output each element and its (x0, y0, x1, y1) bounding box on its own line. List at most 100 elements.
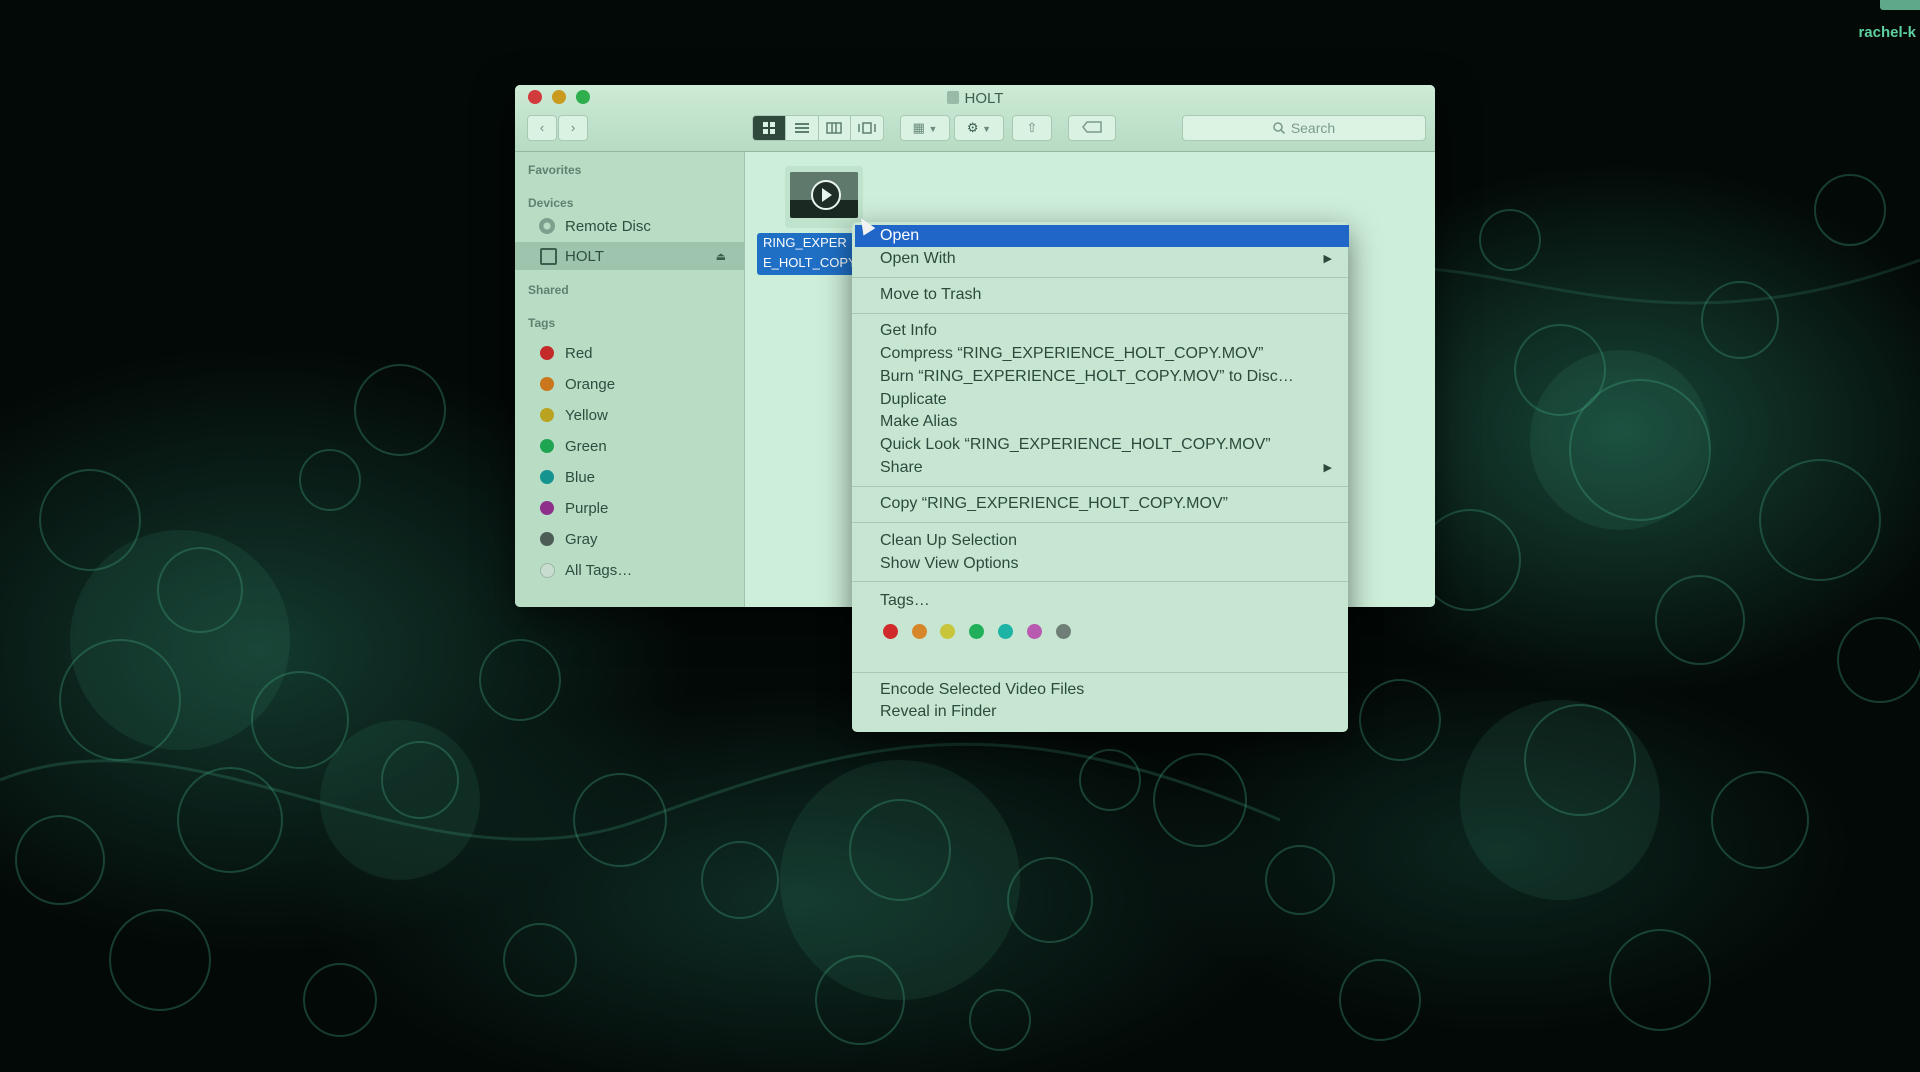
sidebar-item-all-tags[interactable]: All Tags… (515, 556, 744, 584)
sidebar-item-remote-disc[interactable]: Remote Disc (515, 212, 744, 240)
menu-item-compress[interactable]: Compress “RING_EXPERIENCE_HOLT_COPY.MOV” (852, 343, 1348, 365)
green-tag-icon (540, 439, 554, 453)
menu-item-share[interactable]: Share ▶ (852, 457, 1348, 479)
menu-separator (852, 522, 1348, 523)
columns-icon (826, 122, 843, 134)
menu-item-open[interactable]: Open (855, 225, 1349, 247)
column-view-button[interactable] (818, 116, 852, 140)
yellow-tag-icon (540, 408, 554, 422)
coverflow-view-button[interactable] (851, 116, 883, 140)
favorites-header: Favorites (528, 163, 582, 177)
menu-item-label: Make Alias (880, 413, 958, 430)
back-button[interactable]: ‹ (527, 115, 557, 141)
share-button[interactable]: ⇧ (1012, 115, 1052, 141)
menu-item-label: Reveal in Finder (880, 703, 997, 720)
sidebar-item-label: Blue (565, 468, 596, 486)
shared-header: Shared (528, 283, 569, 297)
menu-item-duplicate[interactable]: Duplicate (852, 389, 1348, 411)
tag-color-blue[interactable] (998, 624, 1013, 639)
tags-header: Tags (528, 316, 556, 330)
menu-item-make-alias[interactable]: Make Alias (852, 411, 1348, 433)
submenu-arrow-icon: ▶ (1323, 462, 1332, 474)
sidebar-item-tag-yellow[interactable]: Yellow (515, 401, 744, 429)
video-file-icon[interactable] (785, 166, 863, 228)
sidebar-item-label: Green (565, 437, 607, 455)
sidebar-item-label: Purple (565, 499, 609, 517)
sidebar-item-label: Remote Disc (565, 217, 651, 235)
menu-item-label: Copy “RING_EXPERIENCE_HOLT_COPY.MOV” (880, 495, 1228, 512)
sidebar-item-tag-orange[interactable]: Orange (515, 370, 744, 398)
menu-item-copy[interactable]: Copy “RING_EXPERIENCE_HOLT_COPY.MOV” (852, 493, 1348, 515)
grid-icon (762, 122, 775, 134)
devices-header: Devices (528, 196, 574, 210)
sidebar-item-label: Gray (565, 530, 598, 548)
gray-tag-icon (540, 532, 554, 546)
menu-item-label: Tags… (880, 592, 930, 609)
disc-icon (539, 218, 555, 234)
purple-tag-icon (540, 501, 554, 515)
sidebar-item-tag-gray[interactable]: Gray (515, 525, 744, 553)
tag-color-yellow[interactable] (940, 624, 955, 639)
window-title-text: HOLT (964, 90, 1004, 107)
action-button[interactable]: ⚙ ▼ (954, 115, 1004, 141)
menu-item-label: Quick Look “RING_EXPERIENCE_HOLT_COPY.MO… (880, 436, 1271, 453)
chevron-right-icon: › (570, 120, 576, 135)
menu-item-label: Compress “RING_EXPERIENCE_HOLT_COPY.MOV” (880, 345, 1264, 362)
menu-item-label: Burn “RING_EXPERIENCE_HOLT_COPY.MOV” to … (880, 368, 1294, 385)
title-bar[interactable]: HOLT ‹ › ▦ ▼ ⚙ ▼ ⇧ Search (515, 85, 1435, 152)
sidebar-item-tag-red[interactable]: Red (515, 339, 744, 367)
menu-item-open-with[interactable]: Open With ▶ (852, 248, 1348, 270)
red-tag-icon (540, 346, 554, 360)
menu-item-label: Share (880, 459, 923, 476)
list-view-button[interactable] (785, 116, 819, 140)
menubar-user-tab[interactable] (1880, 0, 1920, 10)
search-icon (1273, 122, 1285, 134)
icon-view-button[interactable] (753, 116, 786, 140)
menu-item-label: Get Info (880, 322, 937, 339)
menu-item-label: Encode Selected Video Files (880, 681, 1085, 698)
play-icon (811, 180, 841, 210)
file-name-line-1: RING_EXPER (763, 235, 847, 250)
tag-color-green[interactable] (969, 624, 984, 639)
context-menu: Open Open With ▶ Move to Trash Get Info C… (852, 222, 1349, 732)
eject-icon[interactable]: ⏏ (716, 250, 726, 263)
sidebar-item-label: Orange (565, 375, 616, 393)
search-field[interactable]: Search (1182, 115, 1426, 141)
blue-tag-icon (540, 470, 554, 484)
sidebar-item-label: All Tags… (565, 561, 633, 579)
tag-icon (1082, 121, 1102, 133)
menu-item-move-to-trash[interactable]: Move to Trash (852, 284, 1348, 306)
menu-item-clean-up-selection[interactable]: Clean Up Selection (852, 530, 1348, 552)
drive-icon (540, 247, 557, 265)
arrange-button[interactable]: ▦ ▼ (900, 115, 950, 141)
all-tags-icon (540, 562, 555, 578)
menu-item-get-info[interactable]: Get Info (852, 320, 1348, 342)
drive-icon (946, 91, 959, 104)
menu-separator (852, 672, 1348, 673)
edit-tags-button[interactable] (1068, 115, 1116, 141)
menu-item-encode-video[interactable]: Encode Selected Video Files (852, 679, 1348, 701)
menu-item-burn[interactable]: Burn “RING_EXPERIENCE_HOLT_COPY.MOV” to … (852, 366, 1348, 388)
tag-color-orange[interactable] (912, 624, 927, 639)
sidebar-item-tag-green[interactable]: Green (515, 432, 744, 460)
menu-item-label: Show View Options (880, 555, 1019, 572)
menu-item-show-view-options[interactable]: Show View Options (852, 553, 1348, 575)
sidebar: Favorites Devices Remote Disc HOLT ⏏ Sha… (515, 152, 745, 607)
tag-color-gray[interactable] (1056, 624, 1071, 639)
menu-item-reveal-in-finder[interactable]: Reveal in Finder (852, 701, 1348, 723)
coverflow-icon (858, 122, 876, 134)
tag-color-purple[interactable] (1027, 624, 1042, 639)
file-name-label[interactable]: RING_EXPER E_HOLT_COPY (757, 233, 861, 275)
sidebar-item-tag-blue[interactable]: Blue (515, 463, 744, 491)
tag-color-red[interactable] (883, 624, 898, 639)
menu-item-tags[interactable]: Tags… (852, 590, 1348, 612)
menu-separator (852, 581, 1348, 582)
chevron-down-icon: ▼ (928, 124, 938, 134)
forward-button[interactable]: › (558, 115, 588, 141)
list-icon (794, 123, 809, 133)
user-name-label[interactable]: rachel-k (1858, 24, 1916, 41)
sidebar-item-holt[interactable]: HOLT ⏏ (515, 242, 744, 270)
sidebar-item-tag-purple[interactable]: Purple (515, 494, 744, 522)
menu-item-quick-look[interactable]: Quick Look “RING_EXPERIENCE_HOLT_COPY.MO… (852, 434, 1348, 456)
window-title: HOLT (515, 90, 1435, 107)
